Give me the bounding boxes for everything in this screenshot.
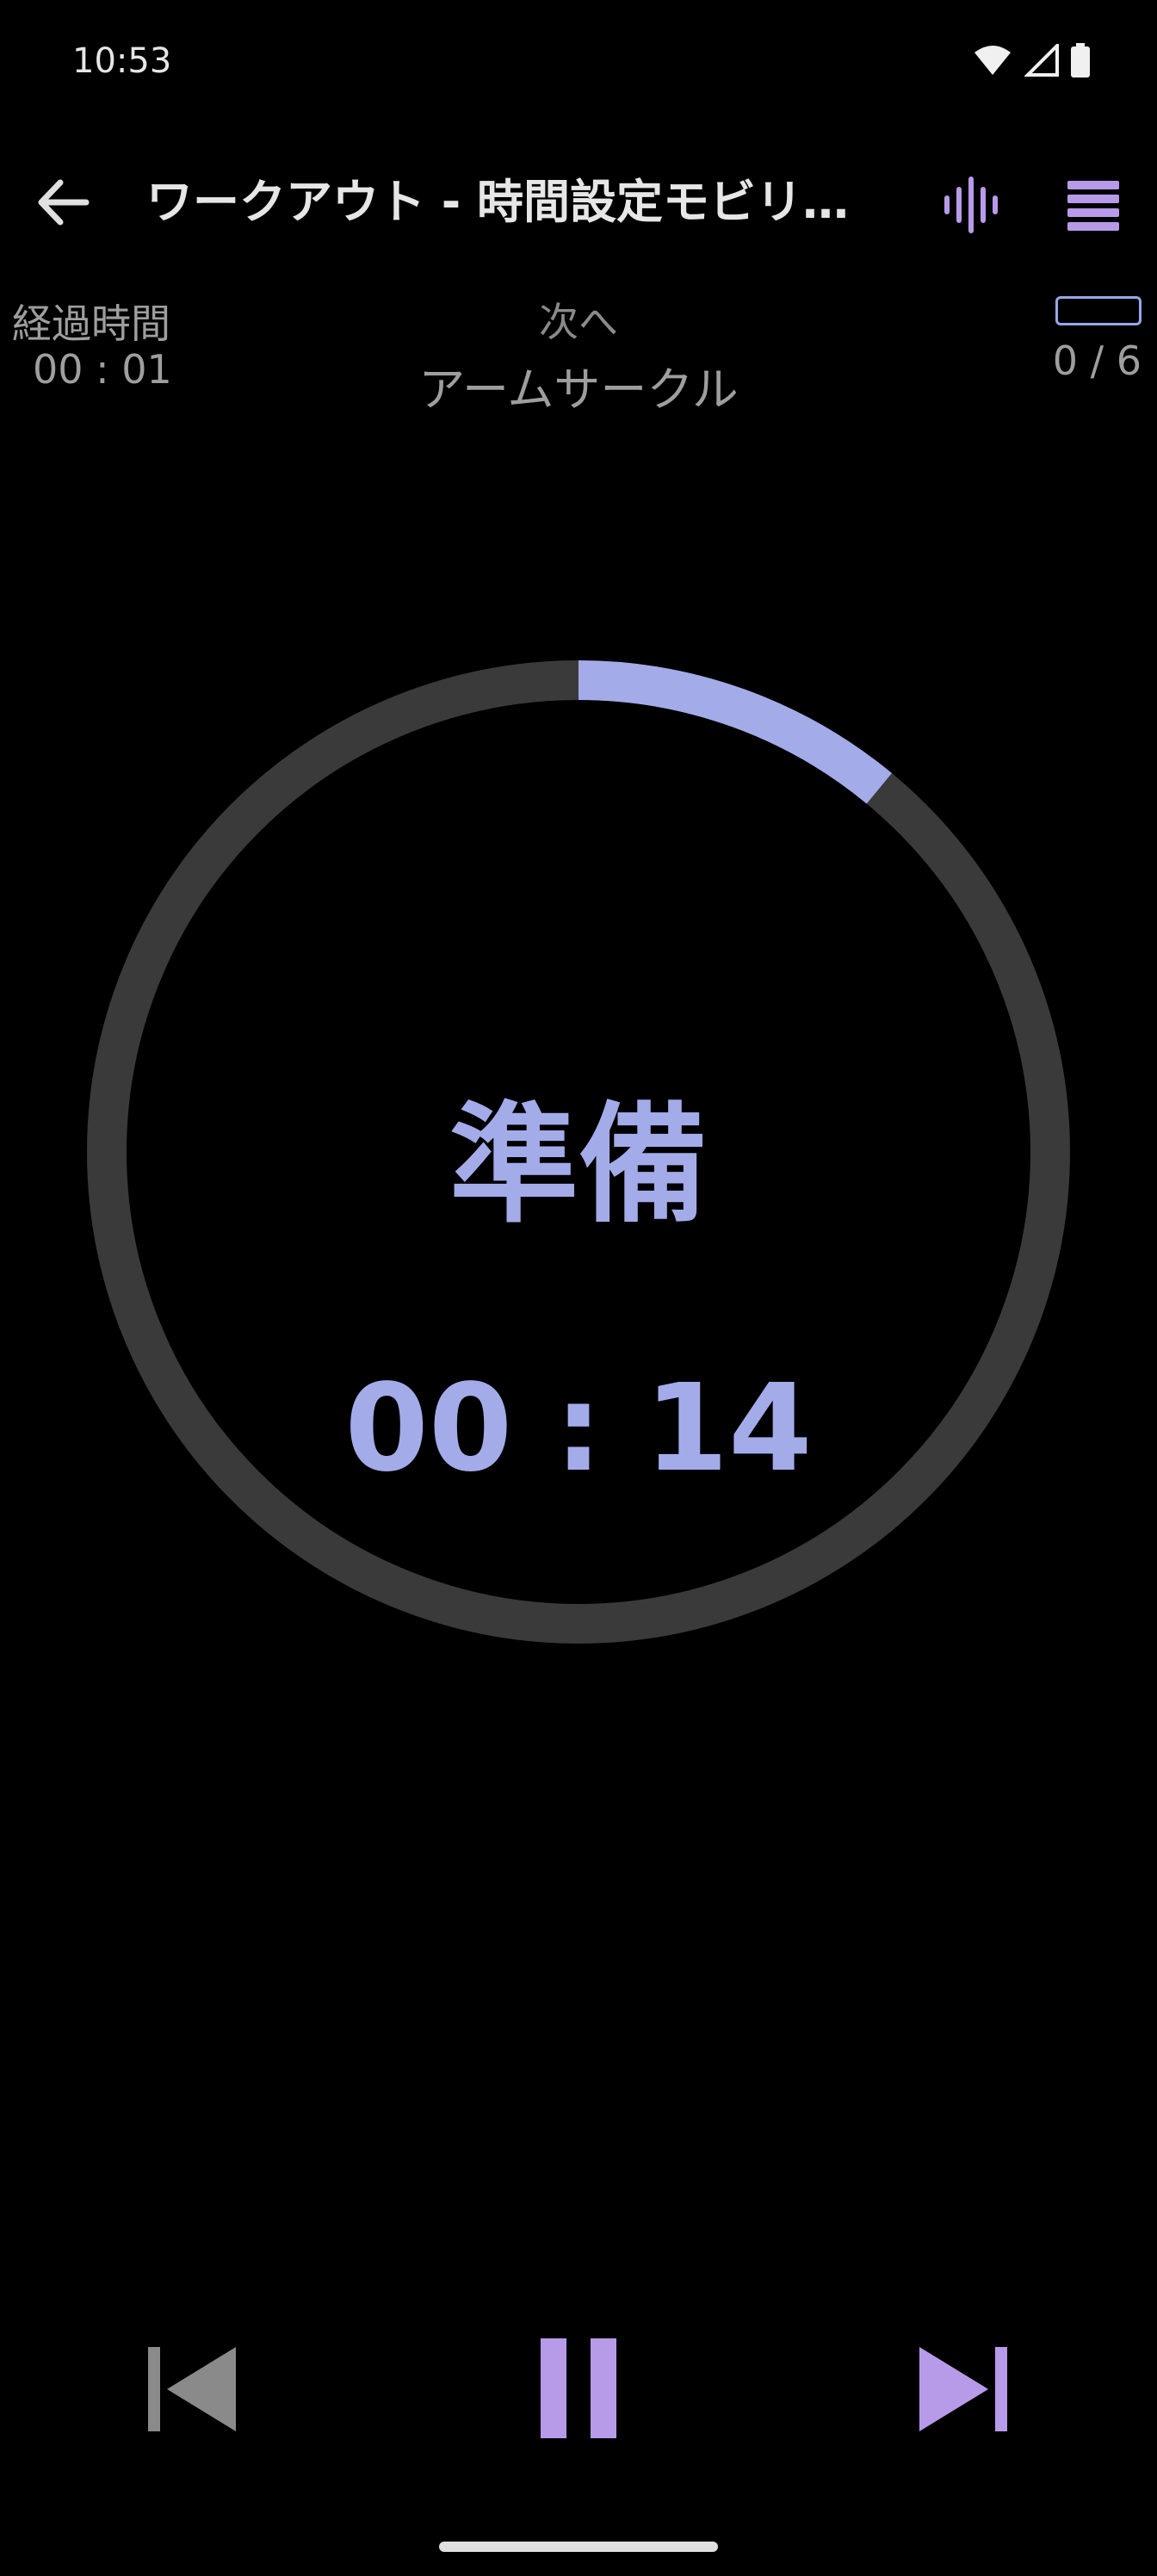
exercise-progress-bar bbox=[1055, 296, 1142, 325]
pause-button[interactable] bbox=[535, 2335, 622, 2442]
menu-icon bbox=[1067, 181, 1119, 231]
countdown-timer: 00 : 14 bbox=[344, 1359, 813, 1499]
page-title: ワークアウト - 時間設定モビリテ... bbox=[146, 175, 887, 229]
skip-next-icon bbox=[919, 2347, 1007, 2431]
status-time: 10:53 bbox=[72, 41, 172, 81]
skip-previous-icon bbox=[148, 2347, 236, 2431]
pause-icon bbox=[541, 2338, 616, 2438]
status-icons bbox=[973, 43, 1090, 77]
next-label: 次へ bbox=[539, 299, 618, 345]
menu-button[interactable] bbox=[1064, 176, 1129, 232]
exercise-progress-count: 0 / 6 bbox=[1052, 337, 1142, 384]
sound-wave-icon bbox=[944, 176, 998, 233]
battery-icon bbox=[1071, 43, 1090, 77]
sound-button[interactable] bbox=[938, 172, 1004, 238]
next-button[interactable] bbox=[916, 2342, 1011, 2437]
phase-label: 準備 bbox=[449, 1091, 708, 1241]
wifi-icon bbox=[974, 46, 1011, 75]
back-button[interactable] bbox=[33, 172, 93, 232]
back-arrow-icon bbox=[38, 179, 90, 226]
next-exercise-name: アームサークル bbox=[418, 362, 739, 417]
home-indicator[interactable] bbox=[439, 2542, 718, 2552]
signal-icon bbox=[1024, 44, 1059, 77]
previous-button[interactable] bbox=[145, 2342, 239, 2437]
